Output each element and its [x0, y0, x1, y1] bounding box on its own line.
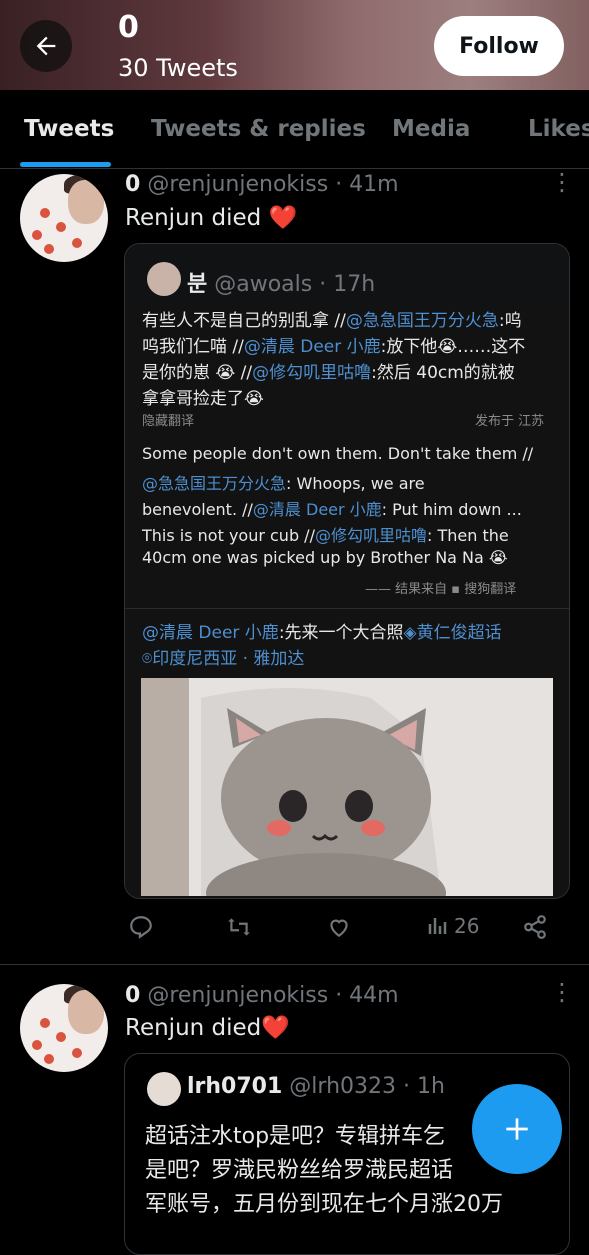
- profile-name: 0: [118, 10, 139, 45]
- back-button[interactable]: [20, 20, 72, 72]
- share-icon: [524, 915, 546, 939]
- profile-tabs: Tweets Tweets & replies Media Likes: [0, 90, 589, 169]
- author-handle[interactable]: @renjunjenokiss: [147, 983, 328, 1008]
- tweet-header: 0 @renjunjenokiss · 41m: [125, 172, 399, 197]
- views-count: 26: [454, 914, 480, 938]
- like-button[interactable]: [326, 914, 352, 940]
- avatar: [147, 1072, 181, 1106]
- translation-line: 40cm one was picked up by Brother Na Na …: [142, 548, 508, 567]
- tab-likes[interactable]: Likes: [528, 116, 589, 142]
- tweet-actions: 26: [0, 914, 589, 954]
- weibo-text-line: 有些人不是自己的别乱拿 //@急急国王万分火急:呜: [142, 311, 522, 331]
- quote-text-line: 是吧？罗渽民粉丝给罗渽民超话: [145, 1158, 454, 1183]
- tab-tweets[interactable]: Tweets: [24, 116, 114, 142]
- weibo-text-line: 是你的崽 😭 //@修勾叽里咕噜:然后 40cm的就被: [142, 363, 515, 383]
- plus-icon: [506, 1118, 528, 1140]
- plush-cat-image: [141, 678, 553, 896]
- views-button[interactable]: 26: [426, 914, 479, 938]
- heart-icon: [330, 919, 348, 937]
- screenshot-image: 有些人不是自己的别乱拿 //@急急国王万分火急:呜 呜我们仁喵 //@清晨 De…: [125, 308, 569, 898]
- quote-author-handle: @lrh0323: [289, 1074, 396, 1099]
- quote-author-name: 분: [187, 272, 208, 297]
- share-button[interactable]: [522, 914, 548, 940]
- quote-author: 분 @awoals · 17h: [187, 266, 375, 298]
- tweet-count: 30 Tweets: [118, 54, 238, 82]
- weibo-original-line: @清晨 Deer 小鹿:先来一个大合照◈黄仁俊超话: [142, 623, 502, 643]
- topic-icon: ◈: [403, 623, 417, 643]
- weibo-location-line: ⌾印度尼西亚 · 雅加达: [142, 649, 305, 669]
- tweet-time[interactable]: · 44m: [335, 983, 398, 1008]
- avatar[interactable]: [20, 984, 108, 1072]
- avatar[interactable]: [20, 174, 108, 262]
- author-name[interactable]: 0: [125, 172, 140, 197]
- quote-author: lrh0701 @lrh0323 · 1h: [187, 1074, 445, 1099]
- author-name[interactable]: 0: [125, 983, 140, 1008]
- weibo-text-line: 拿拿哥捡走了😭: [142, 389, 264, 409]
- tweet-time[interactable]: · 41m: [335, 172, 398, 197]
- translation-line: This is not your cub //@修勾叽里咕噜: Then the: [142, 526, 509, 545]
- more-vertical-icon[interactable]: ⋮: [550, 168, 574, 196]
- tweet-text: Renjun died ❤️: [125, 205, 298, 231]
- hide-translation: 隐藏翻译: [142, 414, 195, 429]
- tweet-header: 0 @renjunjenokiss · 44m: [125, 983, 399, 1008]
- author-handle[interactable]: @renjunjenokiss: [147, 172, 328, 197]
- quote-time: · 17h: [319, 272, 376, 297]
- tab-tweets-replies[interactable]: Tweets & replies: [151, 116, 366, 142]
- translation-line: @急急国王万分火急: Whoops, we are: [142, 474, 425, 493]
- quote-time: · 1h: [403, 1074, 445, 1099]
- tab-media[interactable]: Media: [392, 116, 470, 142]
- reply-button[interactable]: [128, 914, 154, 940]
- more-vertical-icon[interactable]: ⋮: [550, 978, 574, 1006]
- retweet-icon: [228, 918, 250, 936]
- compose-button[interactable]: [472, 1084, 562, 1174]
- profile-header: 0 30 Tweets Follow: [0, 0, 589, 90]
- weibo-text-line: 呜我们仁喵 //@清晨 Deer 小鹿:放下他😭……这不: [142, 337, 526, 357]
- active-tab-indicator: [20, 162, 111, 167]
- avatar: [147, 262, 181, 296]
- tweet-divider: [0, 964, 589, 965]
- quote-author-handle: @awoals: [214, 272, 313, 297]
- retweet-button[interactable]: [225, 914, 253, 940]
- quote-text-line: 超话注水top是吧？专辑拼车乞: [145, 1124, 446, 1149]
- translation-line: Some people don't own them. Don't take t…: [142, 444, 534, 463]
- quote-author-name: lrh0701: [187, 1074, 283, 1099]
- plush-photo: [141, 678, 553, 896]
- reply-icon: [130, 916, 152, 939]
- follow-button[interactable]: Follow: [434, 16, 564, 76]
- arrow-left-icon: [36, 36, 56, 56]
- quoted-tweet[interactable]: 분 @awoals · 17h 有些人不是自己的别乱拿 //@急急国王万分火急:…: [124, 243, 570, 899]
- views-icon: [428, 918, 447, 934]
- posted-from: 发布于 江苏: [475, 414, 545, 429]
- tweet-text: Renjun died❤️: [125, 1015, 290, 1041]
- divider: [125, 608, 569, 609]
- location-pin-icon: ⌾: [142, 649, 153, 669]
- translation-line: benevolent. //@清晨 Deer 小鹿: Put him down …: [142, 500, 522, 519]
- quote-text-line: 军账号，五月份到现在七个月涨20万: [145, 1192, 503, 1217]
- translation-credit: —— 结果来自 ▪ 搜狗翻译: [365, 582, 517, 597]
